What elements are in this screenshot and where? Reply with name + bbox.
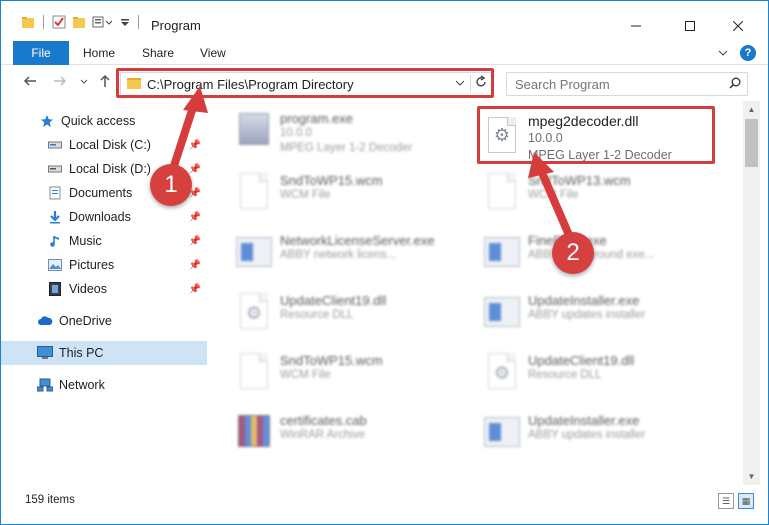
arrow-2-shaft	[536, 164, 576, 246]
arrow-1-head	[183, 86, 208, 113]
annotation-arrows	[168, 86, 576, 246]
step-badge-2: 2	[552, 232, 594, 274]
arrow-2-head	[528, 152, 554, 178]
step-badge-1: 1	[150, 164, 192, 206]
